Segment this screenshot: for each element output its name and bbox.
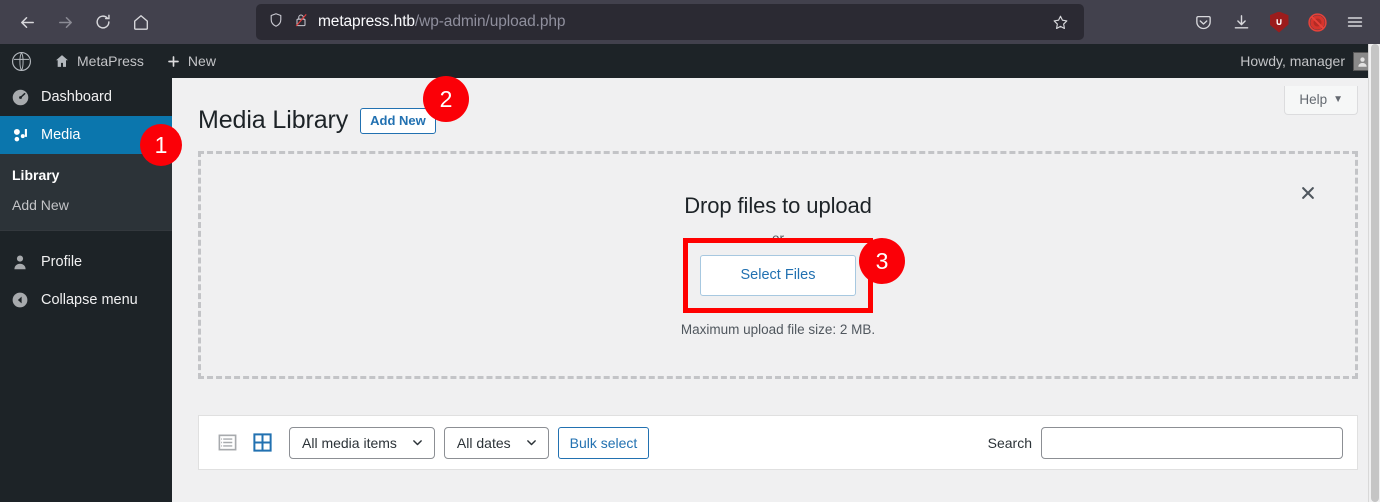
pocket-icon[interactable]: [1186, 5, 1220, 39]
star-icon[interactable]: [1048, 10, 1072, 34]
media-type-filter-value: All media items: [302, 434, 397, 451]
url-text[interactable]: metapress.htb/wp-admin/upload.php: [318, 13, 1039, 31]
url-path: /wp-admin/upload.php: [414, 13, 566, 30]
media-toolbar: All media items All dates Bulk select Se…: [198, 415, 1358, 470]
sidebar-collapse-label: Collapse menu: [41, 292, 138, 308]
select-files-wrapper: Select Files: [682, 238, 874, 313]
upload-dropzone[interactable]: Drop files to upload or Select Files Max…: [198, 151, 1358, 379]
page-header: Media Library Add New: [198, 78, 1358, 151]
reload-button[interactable]: [86, 5, 120, 39]
media-icon: [10, 126, 30, 145]
dashboard-icon: [10, 88, 30, 107]
bulk-select-button[interactable]: Bulk select: [557, 426, 650, 459]
max-upload-size-note: Maximum upload file size: 2 MB.: [680, 321, 876, 337]
menu-hamburger-icon[interactable]: [1338, 5, 1372, 39]
new-label: New: [187, 53, 216, 69]
search-area: Search: [987, 426, 1343, 459]
main-content: Help ▼ Media Library Add New Drop files …: [172, 78, 1380, 502]
sidebar-divider: [0, 230, 172, 231]
shield-icon[interactable]: [268, 12, 284, 33]
page-title: Media Library: [198, 106, 349, 134]
adminbar-account[interactable]: Howdy, manager: [1240, 44, 1380, 78]
chevron-down-icon: [413, 440, 422, 446]
annotation-badge-2: 2: [423, 76, 469, 122]
site-name-label: MetaPress: [77, 53, 144, 69]
back-button[interactable]: [10, 5, 44, 39]
chevron-down-icon: [526, 440, 536, 446]
view-mode-switch: [213, 429, 276, 457]
forward-button[interactable]: [48, 5, 82, 39]
lock-broken-icon[interactable]: [293, 12, 309, 33]
navigation-buttons: [0, 5, 158, 39]
sidebar-subitem-library[interactable]: Library: [0, 160, 172, 190]
date-filter-value: All dates: [456, 434, 511, 451]
download-icon[interactable]: [1224, 5, 1258, 39]
sidebar-submenu-media: Library Add New: [0, 154, 172, 230]
sidebar-add-new-label: Add New: [12, 197, 69, 213]
dropzone-or-label: or: [771, 231, 784, 247]
ublock-shield: ∪: [1269, 11, 1289, 33]
list-view-icon[interactable]: [213, 429, 241, 457]
browser-toolbar: metapress.htb/wp-admin/upload.php ∪: [0, 0, 1380, 44]
wp-admin-bar: MetaPress New Howdy, manager: [0, 44, 1380, 78]
close-x-icon[interactable]: [1297, 182, 1319, 204]
url-host: metapress.htb: [318, 13, 415, 30]
sidebar-library-label: Library: [12, 167, 60, 183]
adminbar-new-button[interactable]: New: [155, 44, 227, 78]
search-label: Search: [987, 434, 1032, 451]
sidebar-item-profile[interactable]: Profile: [0, 243, 172, 281]
sidebar-subitem-add-new[interactable]: Add New: [0, 190, 172, 220]
add-new-button[interactable]: Add New: [360, 107, 436, 134]
sidebar-media-label: Media: [41, 127, 81, 143]
collapse-arrow-icon: [10, 291, 30, 309]
howdy-label: Howdy, manager: [1240, 53, 1345, 69]
media-type-filter[interactable]: All media items: [289, 426, 435, 459]
sidebar-dashboard-label: Dashboard: [41, 89, 112, 105]
home-button[interactable]: [124, 5, 158, 39]
admin-layout: Dashboard Media Library Add New Profile: [0, 78, 1380, 502]
dropzone-title: Drop files to upload: [684, 193, 872, 219]
select-files-button[interactable]: Select Files: [699, 255, 857, 296]
url-bar[interactable]: metapress.htb/wp-admin/upload.php: [256, 4, 1084, 40]
annotation-badge-1: 1: [140, 124, 182, 166]
date-filter[interactable]: All dates: [443, 426, 549, 459]
grid-view-icon[interactable]: [248, 429, 276, 457]
sidebar-item-dashboard[interactable]: Dashboard: [0, 78, 172, 116]
sidebar-item-collapse-menu[interactable]: Collapse menu: [0, 281, 172, 319]
search-input[interactable]: [1041, 426, 1343, 459]
adminbar-site-name[interactable]: MetaPress: [43, 44, 155, 78]
browser-toolbar-right: ∪: [1186, 0, 1372, 44]
sidebar-profile-label: Profile: [41, 254, 83, 270]
page-scrollbar[interactable]: [1368, 44, 1380, 502]
ublock-origin-icon[interactable]: ∪: [1262, 5, 1296, 39]
user-icon: [10, 253, 30, 271]
adblock-disabled-icon[interactable]: [1300, 5, 1334, 39]
wordpress-logo-icon[interactable]: [0, 44, 43, 78]
scrollbar-thumb[interactable]: [1371, 44, 1379, 502]
annotation-badge-3: 3: [859, 238, 905, 284]
